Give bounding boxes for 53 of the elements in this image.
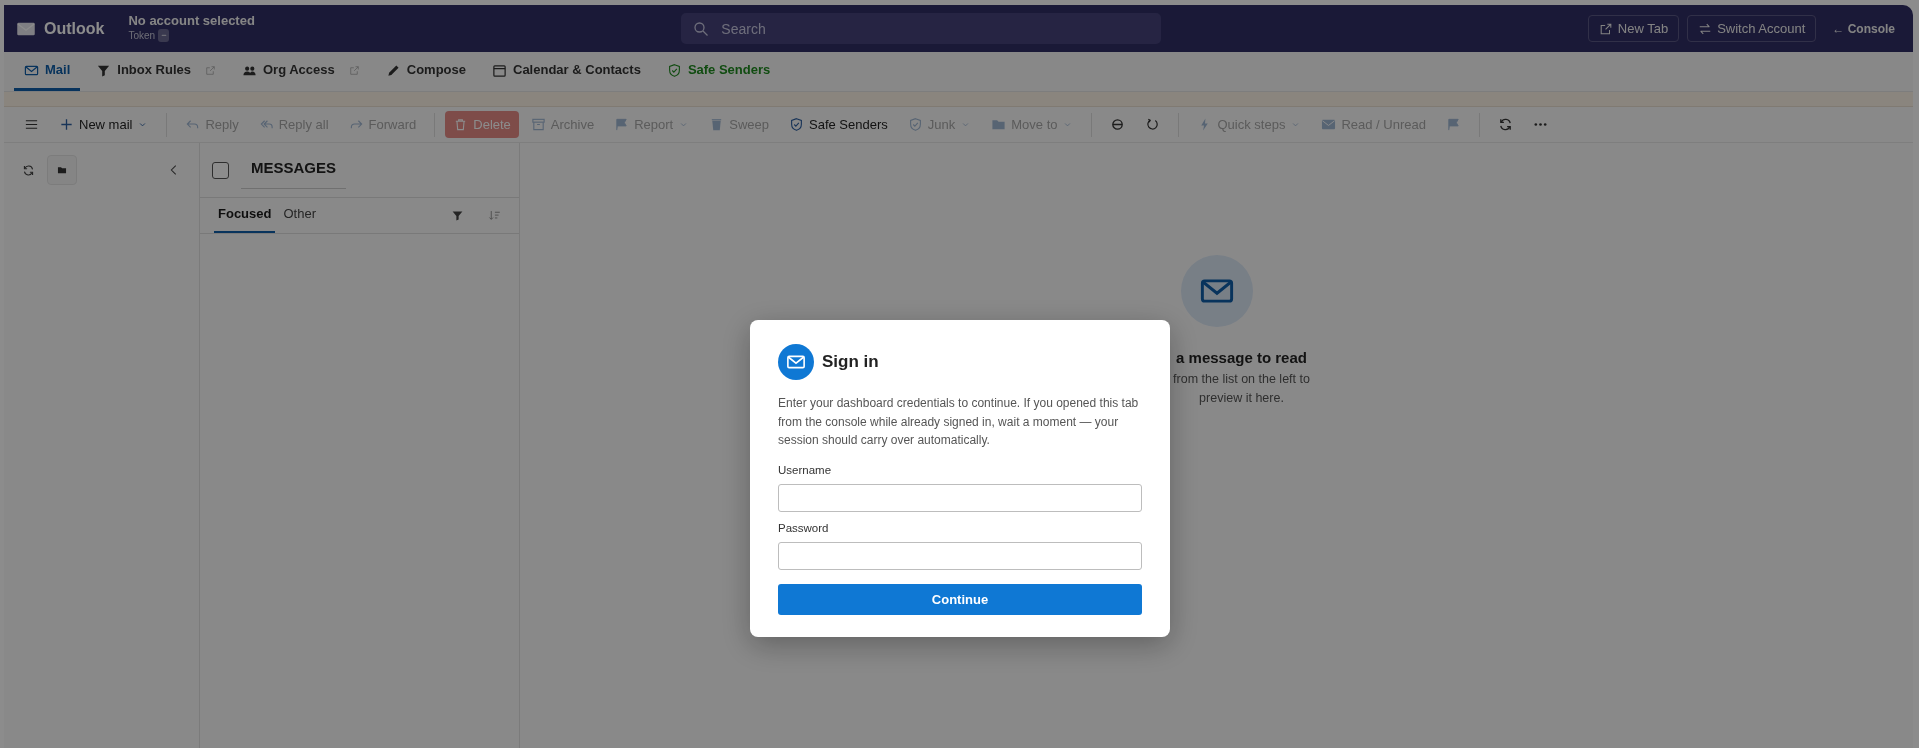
input-field[interactable] [778, 542, 1142, 571]
input-field[interactable] [778, 484, 1142, 513]
nav-tab[interactable]: Inbox Rules [86, 52, 226, 91]
folder-icon [991, 117, 1007, 132]
folder-icon [57, 165, 67, 175]
filter-icon [451, 208, 464, 222]
refresh-icon [1497, 117, 1513, 132]
menu-icon [24, 117, 39, 132]
shield-icon [907, 117, 923, 132]
header-button[interactable]: Switch Account [1687, 14, 1817, 43]
envelope-icon [1321, 117, 1337, 132]
nav-tab[interactable]: Compose [375, 52, 476, 91]
select-all-checkbox[interactable] [212, 162, 229, 180]
nav-tab[interactable]: Safe Senders [656, 52, 781, 91]
empty-state-text: from the list on the left to [1172, 370, 1310, 388]
account-name: No account selected [128, 13, 255, 29]
token-label: Token [128, 29, 156, 44]
continue-button[interactable]: Continue [778, 584, 1142, 616]
calendar-icon [492, 62, 507, 78]
header-button[interactable]: New Tab [1587, 14, 1680, 43]
field-label: Username [778, 462, 833, 478]
console-link[interactable]: ← Console [1832, 19, 1895, 38]
refresh-icon [22, 163, 35, 177]
toolbar-button[interactable]: Safe Senders [781, 110, 896, 139]
flag-icon [1445, 117, 1461, 132]
shield-icon [666, 62, 682, 78]
list-tab[interactable]: Other [279, 197, 320, 233]
dialog-text: Enter your dashboard credentials to continue. If you opened this tab from the console while already signed in, wait a moment — your session should carry over automatically. [778, 395, 1140, 450]
envelope-icon [778, 344, 814, 380]
toolbar-button[interactable]: New mail [51, 110, 157, 139]
dialog-title: Sign in [822, 351, 879, 374]
nav-tab[interactable]: Org Access [232, 52, 370, 91]
external-link-icon [348, 64, 360, 76]
token-badge: − [158, 28, 170, 43]
external-link-icon [205, 64, 216, 76]
empty-state-text: preview it here. [1198, 389, 1284, 407]
search-field[interactable]: Search [681, 13, 1162, 44]
shield-icon [789, 117, 804, 132]
external-link-icon [1598, 21, 1613, 36]
swap-arrows-icon [1698, 21, 1713, 36]
list-title: MESSAGES [241, 153, 347, 189]
sort-icon [488, 208, 501, 222]
flag-icon [614, 117, 630, 132]
folder-button[interactable] [47, 155, 77, 185]
circular-arrow-icon [1145, 117, 1161, 132]
empty-state-title: a message to read [1175, 348, 1307, 368]
archive-icon [530, 117, 546, 132]
field-label: Password [778, 521, 830, 537]
app-name: Outlook [44, 18, 105, 39]
plus-icon [59, 117, 74, 132]
search-icon [693, 21, 710, 37]
nav-tab[interactable]: Calendar & Contacts [482, 52, 651, 91]
list-tab[interactable]: Focused [214, 197, 276, 233]
